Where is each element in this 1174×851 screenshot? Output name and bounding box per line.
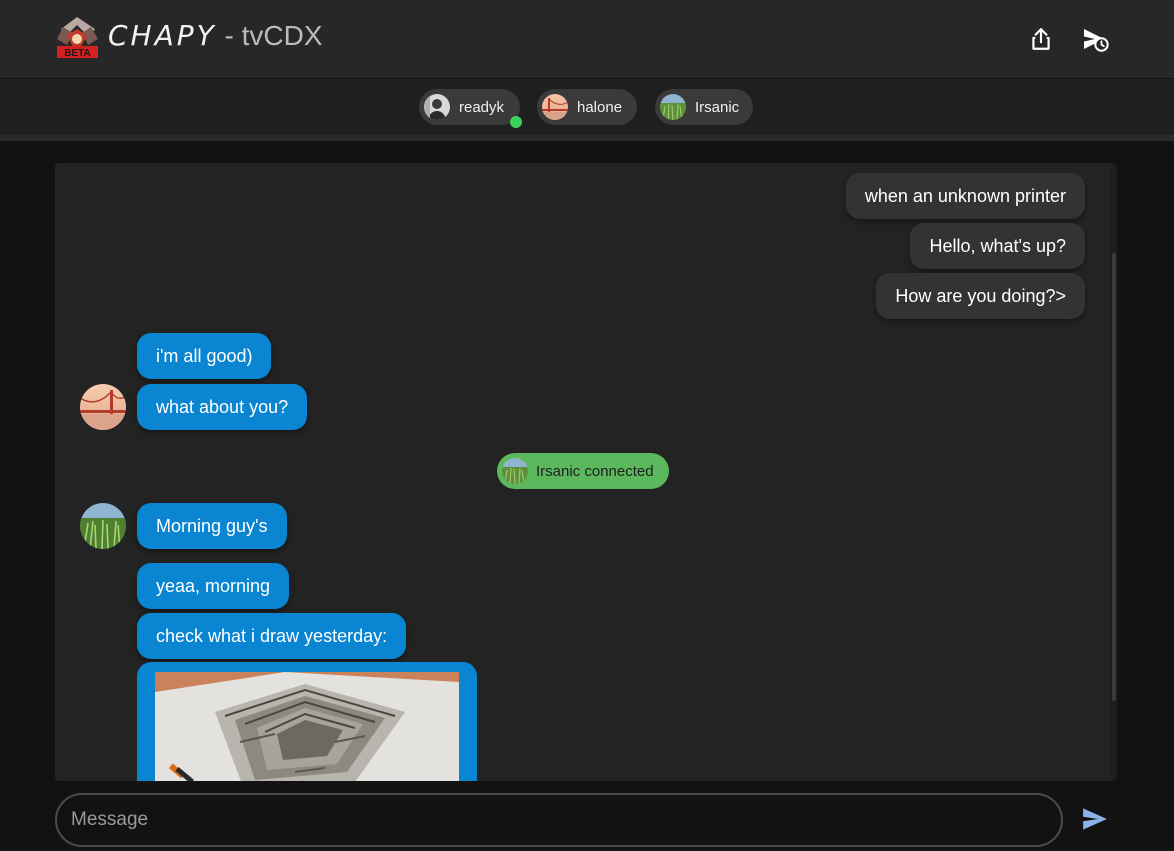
participant-name: halone [577, 98, 623, 116]
participant-name: readyk [459, 98, 505, 116]
chat-history-button[interactable] [1080, 24, 1110, 54]
incoming-message: what about you? [137, 384, 308, 430]
avatar [660, 94, 686, 120]
maze-drawing-image[interactable] [155, 672, 459, 781]
incoming-message: check what i draw yesterday: [137, 613, 407, 659]
room-code: tvCDX [241, 20, 323, 51]
online-status-dot [510, 116, 522, 128]
incoming-message: i'm all good) [137, 333, 272, 379]
send-icon [1083, 808, 1107, 830]
avatar [80, 503, 126, 549]
system-notice-text: Irsanic connected [536, 462, 654, 480]
avatar [80, 384, 126, 430]
participants-bar: readyk halone Irsanic [0, 79, 1174, 141]
incoming-message: yeaa, morning [137, 563, 290, 609]
participant-chip-halone[interactable]: halone [537, 89, 637, 125]
avatar [424, 94, 450, 120]
logo-badge-text: BETA [64, 48, 90, 59]
own-message: when an unknown printer [845, 173, 1085, 219]
title-separator: - [216, 20, 242, 51]
message-input[interactable] [55, 793, 1063, 847]
send-button[interactable] [1078, 802, 1112, 836]
chat-messages-panel[interactable]: when an unknown printer Hello, what's up… [55, 163, 1117, 781]
scrollbar[interactable] [1111, 163, 1117, 781]
app-title: CHAPY - tvCDX [108, 20, 323, 52]
app-logo: BETA [55, 15, 100, 59]
participant-chip-readyk[interactable]: readyk [419, 89, 522, 128]
image-message[interactable] [137, 662, 477, 781]
avatar [502, 458, 528, 484]
participant-name: Irsanic [695, 98, 740, 116]
scrollbar-thumb[interactable] [1112, 253, 1116, 701]
participant-chip-irsanic[interactable]: Irsanic [655, 89, 753, 125]
share-button[interactable] [1026, 24, 1056, 54]
share-icon [1032, 28, 1050, 50]
brand-name: CHAPY [108, 19, 217, 52]
chat-history-icon [1084, 29, 1109, 52]
incoming-message: Morning guy's [137, 503, 287, 549]
system-notice: Irsanic connected [497, 453, 669, 489]
own-message: Hello, what's up? [910, 223, 1085, 269]
avatar [542, 94, 568, 120]
app-header: BETA CHAPY - tvCDX [0, 0, 1174, 78]
own-message: How are you doing?> [876, 273, 1085, 319]
